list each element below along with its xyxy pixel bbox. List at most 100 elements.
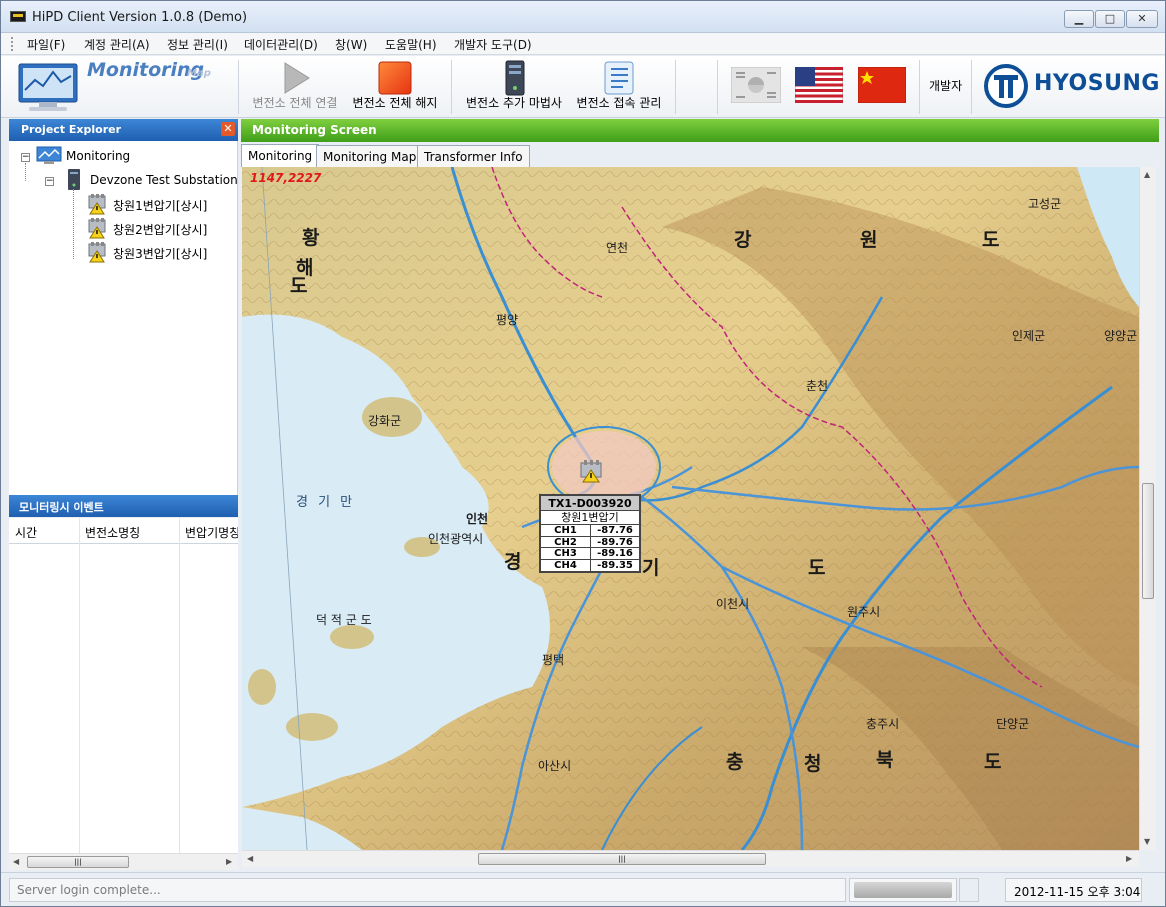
close-button[interactable]: ✕: [1126, 10, 1158, 28]
tree-transformer-1[interactable]: 창원1변압기[상시]: [113, 197, 207, 214]
popup-transformer-name: 창원1변압기: [541, 511, 639, 525]
tree-transformer-2[interactable]: 창원2변압기[상시]: [113, 221, 207, 238]
status-progress: [849, 878, 957, 902]
toolbar-separator: [675, 60, 676, 114]
app-window: HiPD Client Version 1.0.8 (Demo) ▁ □ ✕ 파…: [0, 0, 1166, 907]
event-panel-title: 모니터링시 이벤트: [19, 501, 104, 514]
map-place-label: 단양군: [996, 717, 1030, 731]
map-place-label: 충주시: [866, 717, 900, 731]
transformer-popup[interactable]: TX1-D003920 창원1변압기 CH1 -87.76 CH2 -89.76 C…: [539, 494, 641, 573]
popup-channel-row: CH1 -87.76: [541, 525, 639, 537]
monitoring-map[interactable]: 1147,2227 강 원 도 경 기 도 충 청 북 도 황 해 도 인천 인…: [242, 167, 1139, 850]
map-place-label: 강화군: [368, 414, 402, 428]
event-list-horizontal-scrollbar[interactable]: ◀ ||| ▶: [9, 853, 238, 870]
toolbar-subtitle: Map: [187, 68, 211, 79]
maximize-button[interactable]: □: [1095, 10, 1125, 28]
status-bar: Server login complete... 2012-11-15 오후 3…: [1, 872, 1165, 906]
tab-monitoring[interactable]: Monitoring: [241, 144, 320, 167]
event-list-header: 시간 변전소명칭 변압기명칭: [9, 518, 238, 544]
map-terrain: [242, 167, 1139, 850]
title-bar[interactable]: HiPD Client Version 1.0.8 (Demo) ▁ □ ✕: [1, 1, 1165, 33]
map-place-label: 인제군: [1012, 329, 1046, 343]
disconnect-all-button[interactable]: 변전소 전체 해지: [349, 56, 441, 116]
popup-channel-row: CH3 -89.16: [541, 548, 639, 560]
channel-value: -89.16: [597, 548, 633, 559]
menu-info[interactable]: 정보 관리(I): [167, 36, 228, 53]
map-region-label: 도: [984, 751, 1004, 773]
scroll-right-icon[interactable]: ▶: [226, 857, 232, 866]
event-list: 시간 변전소명칭 변압기명칭: [9, 518, 238, 853]
transformer-warning-icon[interactable]: [579, 459, 603, 483]
substation-access-manage-button[interactable]: 변전소 접속 관리: [571, 56, 667, 116]
play-icon: [284, 62, 310, 94]
toolbar: Monitoring Map 변전소 전체 연결 변전소 전체 해지 변전소 추…: [1, 56, 1165, 118]
menu-account[interactable]: 계정 관리(A): [84, 36, 150, 53]
map-region-label: 충: [726, 751, 746, 773]
transformer-warning-icon: [88, 218, 106, 239]
add-substation-wizard-label: 변전소 추가 마법사: [466, 96, 562, 110]
scroll-thumb[interactable]: |||: [478, 853, 766, 865]
tree-collapse-toggle[interactable]: −: [45, 177, 54, 186]
hyosung-logo-icon: [984, 64, 1028, 108]
scroll-up-icon[interactable]: ▲: [1144, 170, 1150, 179]
column-header-transformer[interactable]: 변압기명칭: [185, 524, 238, 541]
tree-line: [25, 163, 26, 181]
usa-flag-icon[interactable]: [795, 67, 843, 103]
map-place-label: 연천: [606, 241, 629, 255]
map-region-label: 경: [504, 551, 524, 573]
scroll-left-icon[interactable]: ◀: [247, 854, 253, 863]
tree-line: [73, 189, 74, 259]
map-place-label: 평양: [496, 313, 519, 327]
status-message: Server login complete...: [9, 878, 846, 902]
map-place-label: 인천: [466, 512, 489, 526]
tab-transformer-info[interactable]: Transformer Info: [417, 145, 530, 167]
tree-substation[interactable]: Devzone Test Substation: [90, 173, 238, 187]
toolbar-separator: [971, 60, 972, 114]
column-header-time[interactable]: 시간: [15, 524, 79, 541]
map-place-label: 아산시: [538, 759, 572, 773]
map-region-label: 청: [804, 753, 824, 775]
connect-all-button[interactable]: 변전소 전체 연결: [249, 56, 341, 116]
scroll-left-icon[interactable]: ◀: [13, 857, 19, 866]
close-icon[interactable]: ✕: [221, 122, 235, 136]
minimize-button[interactable]: ▁: [1064, 10, 1094, 28]
channel-name: CH3: [541, 548, 591, 559]
map-vertical-scrollbar[interactable]: ▲ ▼: [1139, 167, 1156, 850]
scroll-down-icon[interactable]: ▼: [1144, 837, 1150, 846]
tree-collapse-toggle[interactable]: −: [21, 153, 30, 162]
project-explorer-header: Project Explorer ✕: [9, 119, 238, 141]
map-horizontal-scrollbar[interactable]: ◀ ||| ▶: [242, 850, 1139, 867]
map-place-label: 인천광역시: [428, 532, 484, 546]
toolbar-separator: [451, 60, 452, 114]
column-header-substation[interactable]: 변전소명칭: [85, 524, 177, 541]
menu-devtools[interactable]: 개발자 도구(D): [454, 36, 532, 53]
project-explorer-tree: − Monitoring − Devzone Test Substation 창…: [9, 141, 238, 495]
menu-help[interactable]: 도움말(H): [385, 36, 437, 53]
menu-data[interactable]: 데이터관리(D): [244, 36, 318, 53]
monitoring-tabs: Monitoring Monitoring Map Transformer In…: [241, 143, 1159, 167]
toolbar-separator: [919, 60, 920, 114]
channel-name: CH2: [541, 536, 591, 547]
menu-file[interactable]: 파일(F): [27, 36, 65, 53]
map-place-label: 이천시: [716, 597, 750, 611]
tree-root-monitoring[interactable]: Monitoring: [66, 149, 130, 163]
monitor-icon: [18, 63, 78, 111]
map-place-label: 양양군: [1104, 329, 1138, 343]
tab-monitoring-map[interactable]: Monitoring Map: [316, 145, 424, 167]
scroll-thumb[interactable]: [1142, 483, 1154, 599]
scroll-thumb[interactable]: |||: [27, 856, 129, 868]
column-divider: [79, 518, 80, 853]
disconnect-all-label: 변전소 전체 해지: [352, 96, 438, 110]
china-flag-icon[interactable]: [858, 67, 906, 103]
scroll-right-icon[interactable]: ▶: [1126, 854, 1132, 863]
popup-channel-row: CH4 -89.35: [541, 559, 639, 571]
tree-transformer-3[interactable]: 창원3변압기[상시]: [113, 245, 207, 262]
developer-label[interactable]: 개발자: [929, 77, 962, 94]
add-substation-wizard-button[interactable]: 변전소 추가 마법사: [461, 56, 567, 116]
map-place-label: 고성군: [1028, 197, 1062, 211]
map-region-label: 강: [734, 229, 754, 251]
menu-window[interactable]: 창(W): [335, 36, 367, 53]
map-place-label: 덕 적 군 도: [316, 613, 372, 627]
korea-flag-icon[interactable]: [731, 67, 781, 103]
brand-logo-text: HYOSUNG: [1034, 71, 1160, 96]
